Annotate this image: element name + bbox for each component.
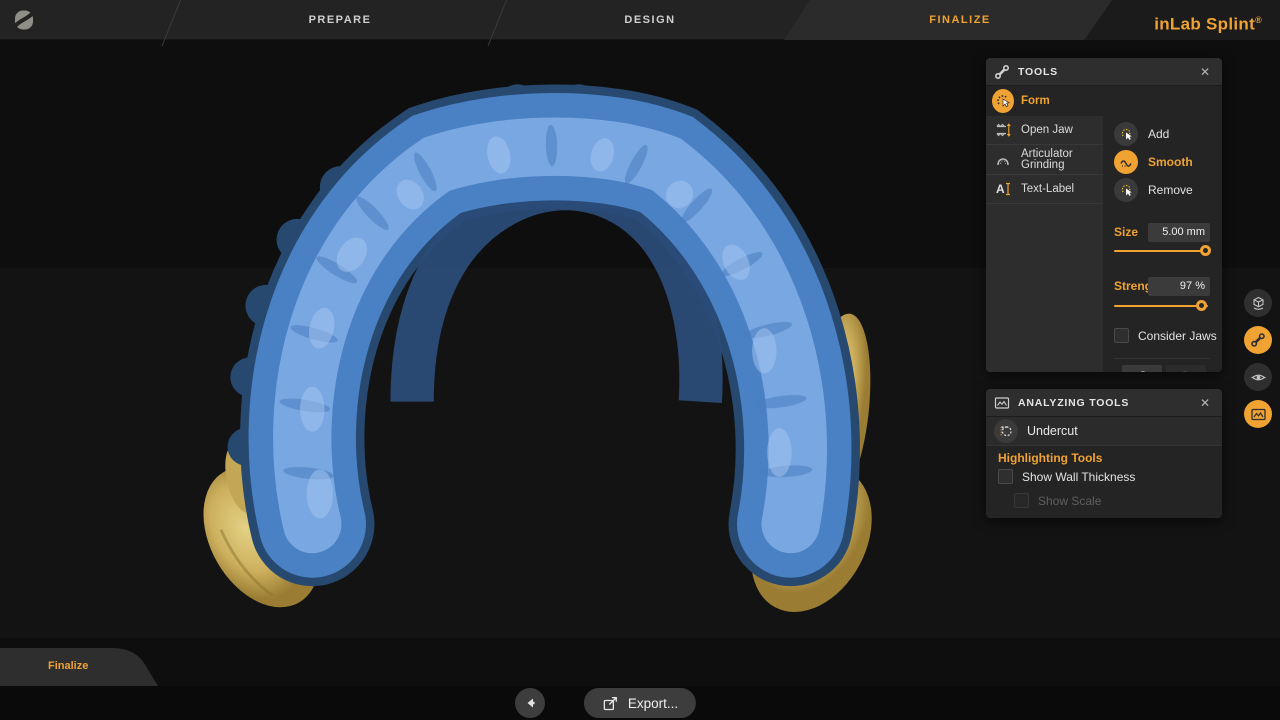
- articulator-grinding-icon: [992, 149, 1014, 171]
- consider-jaws-checkbox-row[interactable]: Consider Jaws: [1114, 328, 1217, 343]
- strength-slider[interactable]: [1114, 300, 1208, 311]
- view-cube-button[interactable]: [1244, 289, 1272, 317]
- sirona-logo-icon: [12, 8, 36, 32]
- undo-button[interactable]: ↶: [1122, 365, 1162, 372]
- eye-icon: [1250, 369, 1267, 386]
- show-wall-thickness-label: Show Wall Thickness: [1022, 470, 1135, 484]
- tools-panel-body: Form Open Jaw: [986, 86, 1222, 372]
- mode-form[interactable]: Form: [986, 86, 1103, 116]
- analyzing-close-icon[interactable]: ✕: [1196, 394, 1214, 412]
- analyzing-icon: [1250, 406, 1267, 423]
- svg-text:A: A: [996, 182, 1005, 196]
- undercut-label: Undercut: [1027, 424, 1078, 438]
- undercut-item[interactable]: Undercut: [986, 417, 1222, 446]
- tab-finalize[interactable]: FINALIZE: [880, 0, 1040, 40]
- wrench-icon: [1250, 332, 1266, 348]
- smooth-brush-icon: [1114, 150, 1138, 174]
- brush-remove-label: Remove: [1148, 183, 1193, 197]
- brush-smooth[interactable]: Smooth: [1114, 148, 1193, 176]
- tools-close-icon[interactable]: ✕: [1196, 63, 1214, 81]
- show-wall-thickness-row[interactable]: Show Wall Thickness: [998, 469, 1135, 484]
- inlab-splint-app: PREPARE DESIGN FINALIZE inLab Splint® TO…: [0, 0, 1280, 720]
- export-label: Export...: [628, 696, 678, 711]
- size-slider-knob[interactable]: [1200, 245, 1211, 256]
- analyzing-dock-button[interactable]: [1244, 400, 1272, 428]
- cube-icon: [1250, 295, 1267, 312]
- tools-panel-title: TOOLS: [1018, 66, 1188, 78]
- tab-prepare[interactable]: PREPARE: [260, 0, 420, 40]
- tools-dock-button[interactable]: [1244, 326, 1272, 354]
- tools-panel: TOOLS ✕ Form: [986, 58, 1222, 372]
- add-brush-icon: [1114, 122, 1138, 146]
- size-slider[interactable]: [1114, 245, 1208, 256]
- analyzing-icon: [994, 395, 1010, 411]
- consider-jaws-label: Consider Jaws: [1138, 329, 1217, 343]
- tools-panel-header: TOOLS ✕: [986, 58, 1222, 86]
- mode-open-jaw[interactable]: Open Jaw: [986, 116, 1103, 145]
- remove-brush-icon: [1114, 178, 1138, 202]
- strength-slider-knob[interactable]: [1196, 300, 1207, 311]
- wrench-icon: [994, 64, 1010, 80]
- back-arrow-icon: [523, 696, 537, 710]
- show-scale-row: Show Scale: [1014, 493, 1101, 508]
- brush-add-label: Add: [1148, 127, 1169, 141]
- consider-jaws-checkbox[interactable]: [1114, 328, 1129, 343]
- mode-text-label[interactable]: A Text-Label: [986, 175, 1103, 204]
- stage-tab-label: Finalize: [48, 660, 88, 672]
- visibility-button[interactable]: [1244, 363, 1272, 391]
- tool-mode-column: Form Open Jaw: [986, 86, 1103, 372]
- size-label: Size: [1114, 225, 1138, 239]
- undercut-icon: [994, 419, 1018, 443]
- mode-open-jaw-label: Open Jaw: [1021, 125, 1073, 136]
- analyzing-tools-panel: ANALYZING TOOLS ✕ Undercut Highlighting …: [986, 389, 1222, 518]
- size-value[interactable]: 5.00 mm: [1148, 223, 1210, 242]
- show-wall-thickness-checkbox[interactable]: [998, 469, 1013, 484]
- size-slider-track[interactable]: [1114, 250, 1208, 252]
- history-divider: [1114, 358, 1210, 359]
- analyzing-panel-title: ANALYZING TOOLS: [1018, 397, 1188, 409]
- show-scale-label: Show Scale: [1038, 494, 1101, 508]
- back-button[interactable]: [515, 688, 545, 718]
- export-button[interactable]: Export...: [584, 688, 696, 718]
- top-navigation-bar: PREPARE DESIGN FINALIZE inLab Splint®: [0, 0, 1280, 40]
- tab-divider: [488, 0, 510, 46]
- show-scale-checkbox: [1014, 493, 1029, 508]
- app-title: inLab Splint®: [1154, 0, 1262, 40]
- brush-add[interactable]: Add: [1114, 120, 1169, 148]
- form-icon: [992, 90, 1014, 112]
- bottom-bar: Export...: [0, 686, 1280, 720]
- highlighting-tools-title: Highlighting Tools: [998, 451, 1102, 465]
- strength-slider-track[interactable]: [1114, 305, 1208, 307]
- analyzing-panel-header: ANALYZING TOOLS ✕: [986, 389, 1222, 417]
- brush-remove[interactable]: Remove: [1114, 176, 1193, 204]
- mode-articulator-grinding[interactable]: Articulator Grinding: [986, 145, 1103, 175]
- stage-tab-finalize[interactable]: Finalize: [0, 648, 162, 686]
- side-dock: [1244, 289, 1272, 437]
- registered-mark: ®: [1255, 15, 1262, 25]
- text-label-icon: A: [992, 178, 1014, 200]
- open-jaw-icon: [992, 119, 1014, 141]
- brush-smooth-label: Smooth: [1148, 155, 1193, 169]
- mode-articulator-grinding-label: Articulator Grinding: [1021, 149, 1097, 171]
- export-icon: [602, 695, 619, 712]
- mode-text-label-label: Text-Label: [1021, 184, 1074, 195]
- tab-divider: [162, 0, 184, 46]
- mode-form-label: Form: [1021, 96, 1050, 107]
- strength-value[interactable]: 97 %: [1148, 277, 1210, 296]
- redo-button[interactable]: ↷: [1166, 365, 1206, 372]
- tab-design[interactable]: DESIGN: [570, 0, 730, 40]
